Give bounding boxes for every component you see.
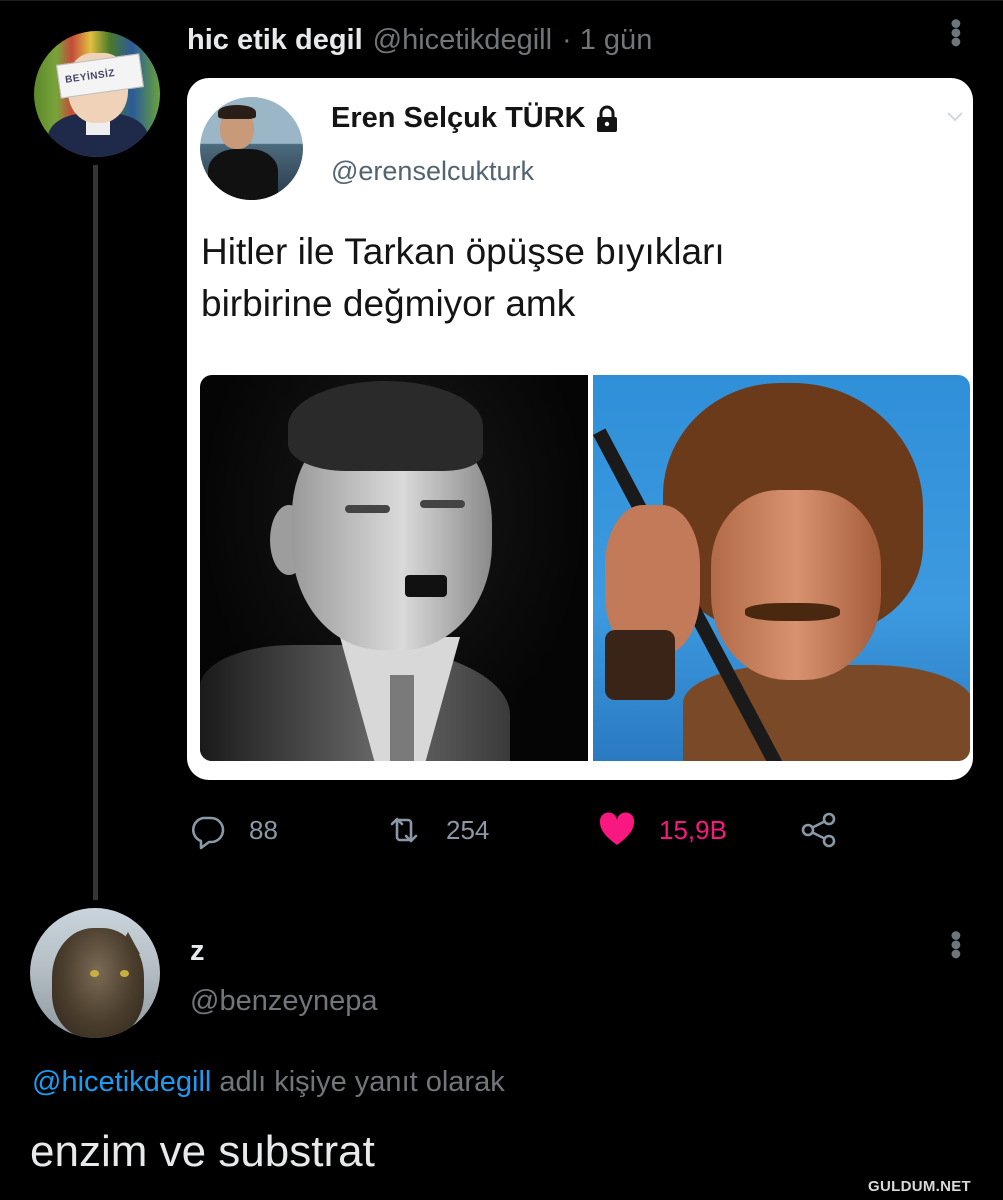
share-button[interactable]: [799, 810, 839, 850]
reply-author-handle[interactable]: @benzeynepa: [190, 985, 377, 1018]
quoted-author-handle: @erenselcukturk: [331, 156, 534, 186]
tweet-actions: 88 254 15,9B: [187, 800, 887, 860]
retweet-count: 254: [446, 814, 490, 845]
author-avatar[interactable]: BEYİNSİZ: [34, 31, 160, 157]
tweet-header: hic etik degil @hicetikdegill · 1 gün: [187, 20, 652, 60]
quoted-author-name: Eren Selçuk TÜRK: [331, 102, 586, 134]
heart-icon: [599, 812, 635, 845]
like-button[interactable]: 15,9B: [597, 810, 727, 850]
retweet-icon: [390, 817, 418, 843]
more-options-icon[interactable]: •••: [938, 18, 974, 46]
reply-mention-link[interactable]: @hicetikdegill: [32, 1066, 211, 1098]
quoted-tweet-text: Hitler ile Tarkan öpüşse bıyıkları birbi…: [201, 231, 725, 324]
avatar-sign: BEYİNSİZ: [56, 53, 144, 99]
quoted-author-avatar: [200, 97, 303, 200]
author-name[interactable]: hic etik degil: [187, 24, 363, 57]
reply-more-options-icon[interactable]: •••: [938, 930, 974, 958]
reply-icon: [191, 816, 225, 850]
chevron-down-icon: [947, 112, 963, 122]
quoted-tweet-photos: [200, 375, 970, 761]
tweet-time[interactable]: · 1 gün: [562, 24, 652, 57]
reply-author-name[interactable]: z: [190, 935, 205, 968]
author-handle[interactable]: @hicetikdegill: [373, 24, 552, 57]
reply-button[interactable]: 88: [187, 810, 278, 850]
like-count: 15,9B: [659, 814, 727, 845]
quoted-author-name-row: Eren Selçuk TÜRK: [331, 102, 620, 135]
thread-connector: [93, 165, 98, 900]
photo-left: [200, 375, 588, 761]
reply-author-avatar[interactable]: [30, 908, 160, 1038]
watermark: GULDUM.NET: [868, 1178, 971, 1195]
quoted-tweet-image[interactable]: Eren Selçuk TÜRK @erenselcukturk Hitler …: [187, 78, 973, 780]
lock-icon: [596, 105, 617, 132]
share-icon: [801, 812, 836, 848]
reply-context: @hicetikdegill adlı kişiye yanıt olarak: [32, 1066, 505, 1099]
top-divider: [0, 0, 1003, 1]
reply-context-text: adlı kişiye yanıt olarak: [219, 1066, 505, 1098]
reply-count: 88: [249, 814, 278, 845]
reply-text: enzim ve substrat: [30, 1127, 375, 1176]
photo-right: [593, 375, 970, 761]
retweet-button[interactable]: 254: [384, 810, 489, 850]
